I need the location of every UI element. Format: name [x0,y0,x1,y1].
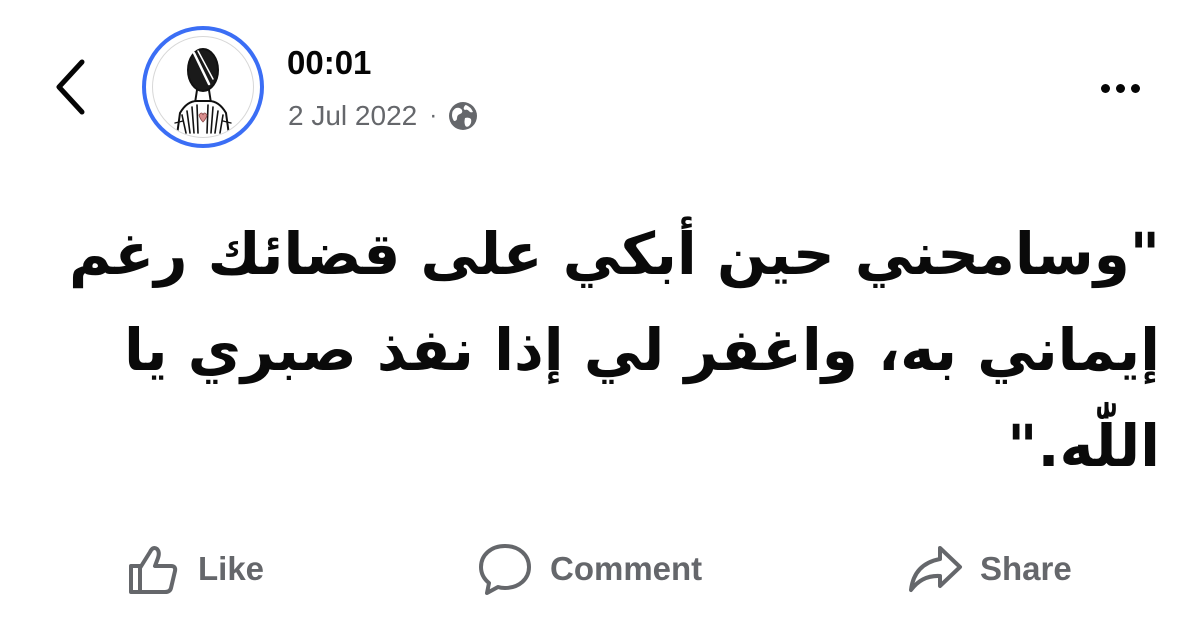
thumbs-up-icon [122,538,184,600]
dot [1100,83,1110,93]
dot [1115,83,1125,93]
like-label: Like [198,550,265,587]
comment-button[interactable]: Comment [474,528,702,610]
meta-separator: · [429,102,438,129]
post-date[interactable]: 2 Jul 2022 [288,100,417,132]
chevron-left-icon [53,58,87,120]
share-label: Share [980,550,1072,587]
share-button[interactable]: Share [904,528,1072,610]
share-arrow-icon [904,538,966,600]
post-text-line: اللّٰه." [1007,412,1160,480]
story-ring [142,26,264,148]
post-text: "وسامحني حين أبكي على قضائك رغم إيماني ب… [40,206,1160,494]
comment-icon [474,538,536,600]
author-name[interactable]: 00:01 [287,44,371,82]
more-options-button[interactable] [1096,70,1144,106]
globe-icon [447,100,479,132]
post-meta: 2 Jul 2022 · [288,96,479,136]
author-avatar[interactable] [142,26,278,148]
dot [1130,83,1140,93]
avatar-image [152,36,254,138]
post-action-bar: Like Comment Share [0,528,1200,610]
post-text-line: "وسامحني حين أبكي على قضائك رغم [68,220,1160,288]
comment-label: Comment [550,550,703,587]
like-button[interactable]: Like [122,528,264,610]
back-button[interactable] [44,58,96,120]
post-text-line: إيماني به، واغفر لي إذا نفذ صبري يا [123,316,1160,384]
